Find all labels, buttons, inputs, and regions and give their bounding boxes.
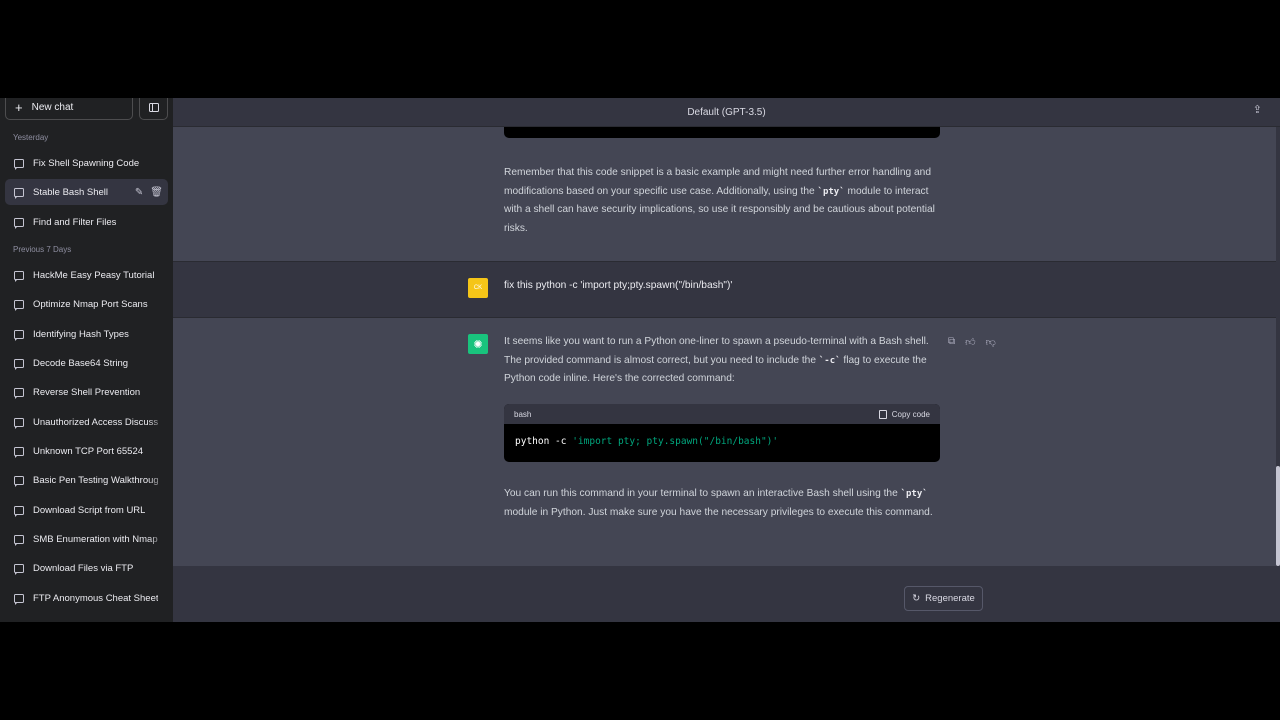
clipboard-icon [878,409,887,419]
sidebar-chat-item[interactable]: FTP Anonymous Cheat Sheet [5,585,168,611]
chat-item-label: FTP Anonymous Cheat Sheet [33,592,158,604]
sidebar-chat-item[interactable]: Decode Base64 String [5,350,168,376]
chat-bubble-icon [14,475,24,487]
sidebar-chat-item[interactable]: Identifying Hash Types [5,321,168,347]
sidebar: + New chat Yesterday Fix Shell Spawning … [0,98,173,622]
thumbs-up-icon[interactable]: 👍︎ [965,336,975,348]
sidebar-chat-item[interactable]: Fix Shell Spawning Code [5,150,168,176]
chat-item-label: Fix Shell Spawning Code [33,157,140,169]
chat-item-label: Unknown TCP Port 65524 [33,445,144,457]
chat-item-label: Basic Pen Testing Walkthroug [33,474,158,486]
chat-item-label: Reverse Shell Prevention [33,386,141,398]
previous-answer-text: Remember that this code snippet is a bas… [504,167,935,234]
chat-bubble-icon [14,446,24,458]
sidebar-chat-item[interactable]: HackMe Easy Peasy Tutorial [5,262,168,288]
chat-item-label: Find and Filter Files [33,216,117,228]
assistant-paragraph-1: It seems like you want to run a Python o… [504,336,929,385]
code-language: bash [514,409,532,419]
sidebar-chat-item[interactable]: Unauthorized Access Discussi [5,409,168,435]
toggle-sidebar-button[interactable] [139,98,168,120]
chat-bubble-icon [14,329,24,341]
sidebar-chat-item[interactable]: Optimize Nmap Port Scans [5,291,168,317]
chat-item-label: Identifying Hash Types [33,328,129,340]
chat-bubble-icon [14,417,24,429]
sidebar-chat-item[interactable]: Find and Filter Files [5,209,168,235]
chat-bubble-icon [14,387,24,399]
top-header: Default (GPT-3.5) ⇪ [173,98,1280,127]
refresh-icon: ↻ [912,593,921,604]
chat-item-label: Optimize Nmap Port Scans [33,298,148,310]
regenerate-button[interactable]: ↻ Regenerate [904,586,983,611]
previous-assistant-message: Remember that this code snippet is a bas… [173,127,1276,261]
trash-icon[interactable]: 🗑 [150,187,163,198]
previous-code-block-end [504,127,940,138]
plus-icon: + [15,100,23,115]
thumbs-down-icon[interactable]: 👎︎ [986,336,996,348]
regenerate-label: Regenerate [925,593,975,604]
sidebar-toggle-icon [148,103,159,112]
chat-item-label: Stable Bash Shell [33,186,108,198]
chat-app: + New chat Yesterday Fix Shell Spawning … [0,98,1280,622]
user-avatar: CK [468,278,488,298]
response-actions: ⧉ 👍︎ 👎︎ [948,336,996,348]
new-chat-button[interactable]: + New chat [5,98,133,120]
chat-item-label: Unauthorized Access Discussi [33,416,158,428]
chat-item-label: Download Files via FTP [33,562,134,574]
chat-bubble-icon [14,158,24,170]
scrollbar-thumb[interactable] [1276,466,1280,566]
edit-pencil-icon[interactable]: ✎ [135,187,143,198]
section-previous-7-days: Previous 7 Days [13,245,72,254]
code-block: bash Copy code python -c 'import pty; pt… [504,404,940,462]
chat-item-label: SMB Enumeration with Nmap [33,533,158,545]
new-chat-label: New chat [31,102,74,113]
model-title[interactable]: Default (GPT-3.5) [687,107,765,118]
sidebar-chat-item[interactable]: Download Script from URL [5,497,168,523]
sidebar-chat-item-active[interactable]: Stable Bash Shell ✎ 🗑 [5,179,168,205]
chat-bubble-icon [14,563,24,575]
chat-item-label: HackMe Easy Peasy Tutorial [33,269,155,281]
chat-bubble-icon [14,534,24,546]
code-content: python -c 'import pty; pty.spawn("/bin/b… [515,436,779,447]
chat-item-label: Decode Base64 String [33,357,129,369]
copy-code-button[interactable]: Copy code [878,409,930,419]
chat-bubble-icon [14,593,24,605]
chat-bubble-icon [14,505,24,517]
chat-item-label: Download Script from URL [33,504,146,516]
assistant-paragraph-2: You can run this command in your termina… [504,488,933,518]
chat-bubble-icon [14,217,24,229]
conversation: Remember that this code snippet is a bas… [173,127,1276,622]
code-block-header: bash Copy code [504,404,940,424]
sidebar-chat-item[interactable]: Download Files via FTP [5,555,168,581]
chat-bubble-icon [14,270,24,282]
user-message: CK fix this python -c 'import pty;pty.sp… [173,261,1276,318]
copy-icon[interactable]: ⧉ [948,336,955,348]
assistant-message: ✺ ⧉ 👍︎ 👎︎ It seems like you want to run … [173,318,1276,566]
user-message-text: fix this python -c 'import pty;pty.spawn… [504,280,733,291]
share-icon[interactable]: ⇪ [1253,103,1262,116]
openai-logo-icon: ✺ [468,334,488,354]
sidebar-chat-item[interactable]: SMB Enumeration with Nmap [5,526,168,552]
chat-bubble-icon [14,299,24,311]
chat-bubble-icon [14,358,24,370]
chat-bubble-icon [14,187,24,199]
copy-code-label: Copy code [891,409,930,419]
sidebar-chat-item[interactable]: Unknown TCP Port 65524 [5,438,168,464]
sidebar-chat-item[interactable]: Basic Pen Testing Walkthroug [5,467,168,493]
section-yesterday: Yesterday [13,133,49,142]
sidebar-chat-item[interactable]: Reverse Shell Prevention [5,379,168,405]
